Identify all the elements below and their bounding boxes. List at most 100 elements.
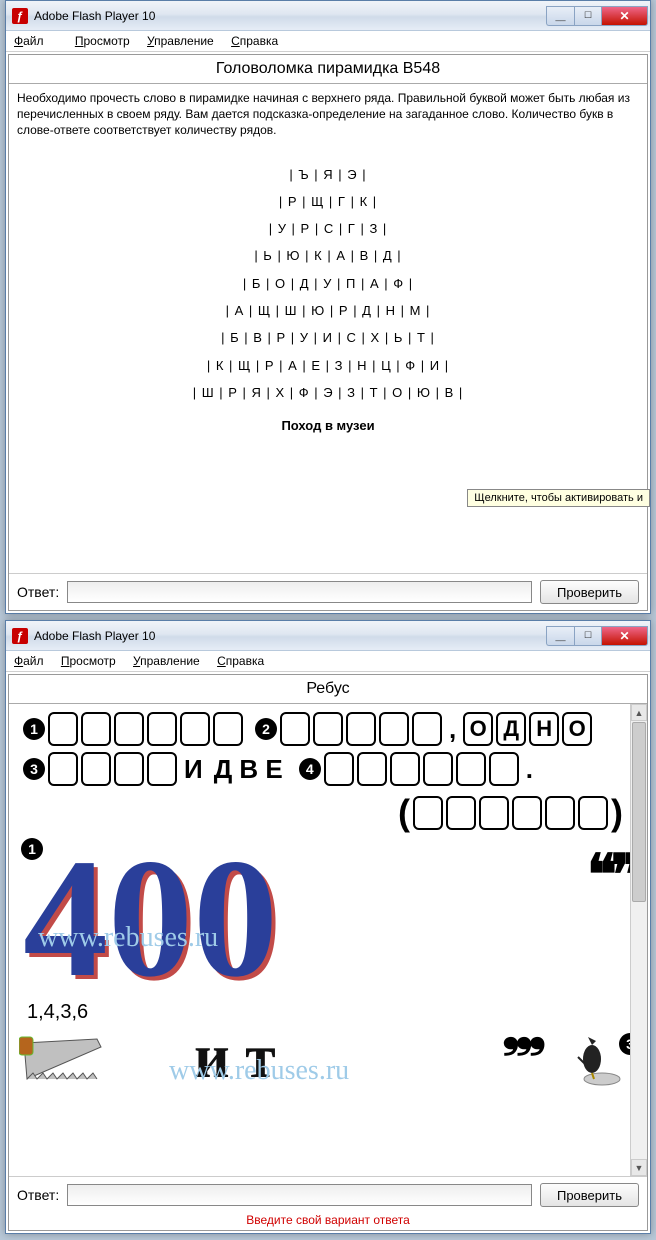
maximize-button[interactable]: ☐ — [574, 626, 602, 646]
cell[interactable] — [313, 712, 343, 746]
menubar: Файл Просмотр Управление Справка — [6, 651, 650, 672]
minimize-button[interactable]: __ — [546, 6, 574, 26]
word-i: И — [184, 754, 203, 785]
check-button[interactable]: Проверить — [540, 1183, 639, 1207]
pic-badge-1: 1 — [21, 838, 43, 860]
answer-label: Ответ: — [17, 584, 59, 600]
menubar: Файл Просмотр Управление Справка — [6, 31, 650, 52]
bird-icon — [552, 1035, 622, 1089]
titlebar[interactable]: ƒ Adobe Flash Player 10 __ ☐ ✕ — [6, 621, 650, 651]
flash-icon: ƒ — [12, 628, 28, 644]
cell-filled: О — [463, 712, 493, 746]
cell[interactable] — [48, 712, 78, 746]
saw-icon — [19, 1033, 109, 1089]
cell[interactable] — [456, 752, 486, 786]
answer-grid: 1 2 , О Д Н — [9, 704, 647, 834]
page-title: Головоломка пирамидка B548 — [9, 55, 647, 84]
cell[interactable] — [413, 796, 443, 830]
menu-control[interactable]: Управление — [133, 654, 200, 668]
cell[interactable] — [489, 752, 519, 786]
cell[interactable] — [446, 796, 476, 830]
rebus-body: 1 2 , О Д Н — [9, 704, 647, 1176]
scroll-down-icon[interactable]: ▼ — [631, 1159, 647, 1176]
minimize-button[interactable]: __ — [546, 626, 574, 646]
check-button[interactable]: Проверить — [540, 580, 639, 604]
pyramid-row: | Ъ | Я | Э | — [9, 161, 647, 188]
answer-bar: Ответ: Проверить — [9, 573, 647, 610]
menu-help[interactable]: Справка — [231, 34, 278, 48]
answer-input[interactable] — [67, 581, 532, 603]
cell[interactable] — [180, 712, 210, 746]
scroll-up-icon[interactable]: ▲ — [631, 704, 647, 721]
scroll-thumb[interactable] — [632, 722, 646, 902]
paren-open: ( — [398, 792, 410, 834]
word-dve: Д В Е — [214, 754, 283, 785]
error-message: Введите свой вариант ответа — [9, 1213, 647, 1230]
instructions: Необходимо прочесть слово в пирамидке на… — [9, 84, 647, 145]
window-controls: __ ☐ ✕ — [546, 6, 648, 26]
cell[interactable] — [357, 752, 387, 786]
rebus-picture-1: 1 400 ❛❛❜❜ www.rebuses.ru — [23, 842, 647, 995]
close-button[interactable]: ✕ — [602, 626, 648, 646]
pyramid-row: | Б | О | Д | У | П | А | Ф | — [9, 270, 647, 297]
menu-view[interactable]: Просмотр — [61, 654, 116, 668]
close-button[interactable]: ✕ — [602, 6, 648, 26]
menu-file[interactable]: Файл — [14, 34, 58, 48]
number-400: 400 — [23, 842, 278, 995]
cell[interactable] — [147, 752, 177, 786]
rebus-picture-row2: 1,4,3,6 и т www.rebuses.ru ❟❟❟ 3 — [9, 1001, 647, 1089]
sequence-text: 1,4,3,6 — [27, 1001, 88, 1024]
cell[interactable] — [114, 712, 144, 746]
scrollbar[interactable]: ▲ ▼ — [630, 704, 647, 1176]
cell[interactable] — [578, 796, 608, 830]
cell[interactable] — [479, 796, 509, 830]
pyramid-row: | Ш | Р | Я | Х | Ф | Э | З | Т | О | Ю … — [9, 379, 647, 406]
pyramid-row: | Ь | Ю | К | А | В | Д | — [9, 242, 647, 269]
cell[interactable] — [48, 752, 78, 786]
menu-help[interactable]: Справка — [217, 654, 264, 668]
badge-1: 1 — [23, 718, 45, 740]
cell[interactable] — [423, 752, 453, 786]
menu-control[interactable]: Управление — [147, 34, 214, 48]
cell[interactable] — [147, 712, 177, 746]
cell[interactable] — [390, 752, 420, 786]
window-title: Adobe Flash Player 10 — [34, 629, 546, 643]
comma: , — [449, 714, 456, 745]
pyramid: | Ъ | Я | Э | | Р | Щ | Г | К | | У | Р … — [9, 145, 647, 413]
cell[interactable] — [114, 752, 144, 786]
pyramid-row: | К | Щ | Р | А | Е | З | Н | Ц | Ф | И … — [9, 352, 647, 379]
cell[interactable] — [512, 796, 542, 830]
period: . — [526, 754, 533, 785]
badge-3: 3 — [23, 758, 45, 780]
cell[interactable] — [412, 712, 442, 746]
answer-input[interactable] — [67, 1184, 532, 1206]
titlebar[interactable]: ƒ Adobe Flash Player 10 __ ☐ ✕ — [6, 1, 650, 31]
pyramid-row: | У | Р | С | Г | З | — [9, 215, 647, 242]
answer-bar: Ответ: Проверить — [9, 1176, 647, 1213]
cell[interactable] — [81, 712, 111, 746]
pyramid-row: | А | Щ | Ш | Ю | Р | Д | Н | М | — [9, 297, 647, 324]
cell-filled: О — [562, 712, 592, 746]
cell[interactable] — [346, 712, 376, 746]
window-rebus: ƒ Adobe Flash Player 10 __ ☐ ✕ Файл Прос… — [5, 620, 651, 1234]
cell[interactable] — [379, 712, 409, 746]
pyramid-row: | Р | Щ | Г | К | — [9, 188, 647, 215]
badge-2: 2 — [255, 718, 277, 740]
content-area: Головоломка пирамидка B548 Необходимо пр… — [8, 54, 648, 611]
quotes-icon: ❛❛❜❜ — [587, 842, 635, 908]
menu-view[interactable]: Просмотр — [75, 34, 130, 48]
menu-file[interactable]: Файл — [14, 654, 44, 668]
cell[interactable] — [81, 752, 111, 786]
hint-text: Поход в музеи — [9, 412, 647, 443]
cell[interactable] — [324, 752, 354, 786]
activate-tooltip: Щелкните, чтобы активировать и — [467, 489, 650, 507]
cell[interactable] — [545, 796, 575, 830]
cell[interactable] — [280, 712, 310, 746]
content-area: Ребус 1 2 , — [8, 674, 648, 1231]
cell[interactable] — [213, 712, 243, 746]
maximize-button[interactable]: ☐ — [574, 6, 602, 26]
cell-filled: Н — [529, 712, 559, 746]
letters-it: и т — [194, 1022, 276, 1093]
paren-close: ) — [611, 792, 623, 834]
window-title: Adobe Flash Player 10 — [34, 9, 546, 23]
